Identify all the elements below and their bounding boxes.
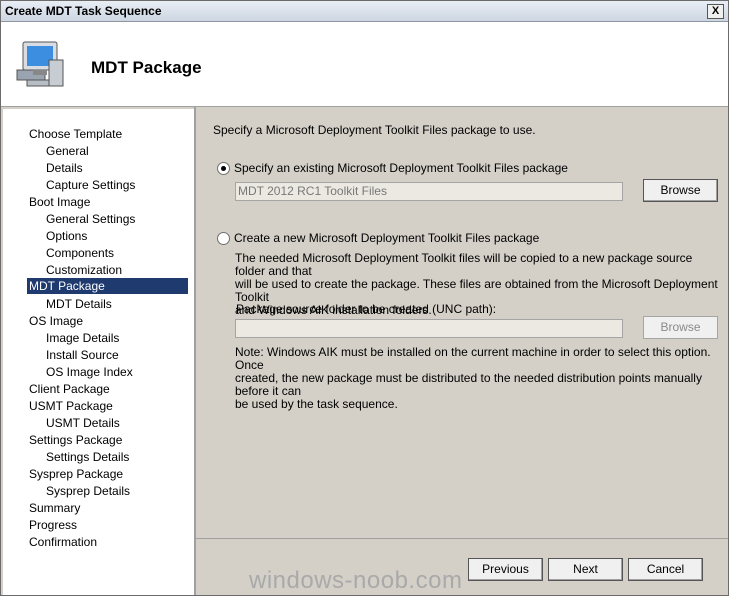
nav-item-general[interactable]: General xyxy=(46,143,89,159)
radio-selected-dot xyxy=(221,166,226,171)
intro-text: Specify a Microsoft Deployment Toolkit F… xyxy=(213,123,536,137)
new-package-label[interactable]: Create a new Microsoft Deployment Toolki… xyxy=(234,231,539,245)
source-folder-field[interactable] xyxy=(235,319,623,338)
nav-item-settings-package[interactable]: Settings Package xyxy=(29,432,122,448)
description-line: The needed Microsoft Deployment Toolkit … xyxy=(235,251,693,278)
wizard-content: Specify a Microsoft Deployment Toolkit F… xyxy=(196,107,728,537)
note-line: Note: Windows AIK must be installed on t… xyxy=(235,345,711,372)
note-line: be used by the task sequence. xyxy=(235,397,398,411)
wizard-navigation: Choose Template General Details Capture … xyxy=(3,109,194,595)
close-button[interactable]: X xyxy=(707,4,724,19)
create-mdt-task-sequence-dialog: Create MDT Task Sequence X MDT Package C… xyxy=(0,0,729,596)
nav-item-os-image[interactable]: OS Image xyxy=(29,313,83,329)
nav-item-mdt-package[interactable]: MDT Package xyxy=(27,278,188,294)
note-line: created, the new package must be distrib… xyxy=(235,371,702,398)
nav-item-settings-details[interactable]: Settings Details xyxy=(46,449,129,465)
nav-item-options[interactable]: Options xyxy=(46,228,87,244)
nav-item-capture-settings[interactable]: Capture Settings xyxy=(46,177,135,193)
existing-package-radio[interactable] xyxy=(217,162,230,175)
footer-divider xyxy=(196,538,728,539)
nav-item-install-source[interactable]: Install Source xyxy=(46,347,119,363)
nav-item-confirmation[interactable]: Confirmation xyxy=(29,534,97,550)
watermark-text: windows-noob.com xyxy=(249,567,463,594)
computer-icon xyxy=(16,41,64,87)
nav-item-mdt-details[interactable]: MDT Details xyxy=(46,296,112,312)
nav-item-general-settings[interactable]: General Settings xyxy=(46,211,135,227)
nav-item-usmt-package[interactable]: USMT Package xyxy=(29,398,113,414)
next-button[interactable]: Next xyxy=(548,558,623,581)
nav-item-usmt-details[interactable]: USMT Details xyxy=(46,415,120,431)
aik-note: Note: Windows AIK must be installed on t… xyxy=(235,346,725,411)
cancel-button[interactable]: Cancel xyxy=(628,558,703,581)
title-bar[interactable]: Create MDT Task Sequence X xyxy=(1,1,728,22)
source-folder-browse-button[interactable]: Browse xyxy=(643,316,718,339)
existing-package-field[interactable]: MDT 2012 RC1 Toolkit Files xyxy=(235,182,623,201)
nav-item-progress[interactable]: Progress xyxy=(29,517,77,533)
new-package-radio[interactable] xyxy=(217,232,230,245)
description-line: will be used to create the package. Thes… xyxy=(235,277,718,304)
nav-item-details[interactable]: Details xyxy=(46,160,83,176)
nav-item-image-details[interactable]: Image Details xyxy=(46,330,119,346)
existing-package-browse-button[interactable]: Browse xyxy=(643,179,718,202)
nav-item-summary[interactable]: Summary xyxy=(29,500,80,516)
nav-item-sysprep-package[interactable]: Sysprep Package xyxy=(29,466,123,482)
source-folder-label: Package source folder to be created (UNC… xyxy=(236,302,497,316)
nav-item-customization[interactable]: Customization xyxy=(46,262,122,278)
nav-item-boot-image[interactable]: Boot Image xyxy=(29,194,90,210)
window-title: Create MDT Task Sequence xyxy=(5,4,162,18)
nav-item-client-package[interactable]: Client Package xyxy=(29,381,110,397)
previous-button[interactable]: Previous xyxy=(468,558,543,581)
page-title: MDT Package xyxy=(91,58,202,77)
nav-item-sysprep-details[interactable]: Sysprep Details xyxy=(46,483,130,499)
nav-item-components[interactable]: Components xyxy=(46,245,114,261)
nav-item-os-image-index[interactable]: OS Image Index xyxy=(46,364,133,380)
existing-package-label[interactable]: Specify an existing Microsoft Deployment… xyxy=(234,161,568,175)
nav-item-choose-template[interactable]: Choose Template xyxy=(29,126,122,142)
wizard-header: MDT Package xyxy=(1,22,728,107)
